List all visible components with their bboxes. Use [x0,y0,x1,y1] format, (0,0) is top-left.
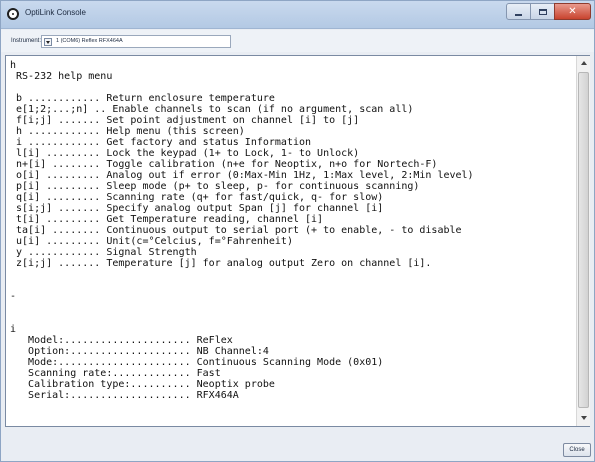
app-icon [7,8,19,20]
console-line: u[i] ......... Unit(c=°Celcius, f=°Fahre… [10,236,293,247]
console-line: o[i] ......... Analog out if error (0:Ma… [10,170,474,181]
console-line: q[i] ......... Scanning rate (q+ for fas… [10,192,384,203]
scroll-up-button[interactable] [577,56,590,70]
maximize-icon [538,8,547,15]
instrument-label: Instrument: [11,38,42,44]
close-icon: ✕ [568,6,577,17]
console-line: b ............ Return enclosure temperat… [10,93,275,104]
console-line: - [10,291,17,302]
console-line: t[i] ......... Get Temperature reading, … [10,214,324,225]
instrument-select[interactable]: 1 (COM6) Reflex RFX464A [41,35,231,48]
console-line: i ............ Get factory and status In… [10,137,312,148]
instrument-bar: Instrument: 1 (COM6) Reflex RFX464A [1,30,594,52]
console-line: s[i;j] ....... Specify analog output Spa… [10,203,384,214]
console-line: RS-232 help menu [10,71,113,82]
console-line: e[1;2;...;n] .. Enable channels to scan … [10,104,414,115]
console-line: y ............ Signal Strength [10,247,197,258]
window-title: OptiLink Console [25,8,86,17]
console-line: p[i] ......... Sleep mode (p+ to sleep, … [10,181,420,192]
console-line: n+[i] ........ Toggle calibration (n+e f… [10,159,438,170]
close-window-button[interactable]: ✕ [554,3,591,20]
scroll-thumb[interactable] [578,72,589,408]
console-line: Calibration type:.......... Neoptix prob… [10,379,275,390]
footer: Close [1,429,594,461]
close-button[interactable]: Close [563,443,591,457]
console-line: Serial:.................... RFX464A [10,390,239,401]
console-line: ta[i] ........ Continuous output to seri… [10,225,462,236]
scroll-up-icon [580,61,587,65]
title-bar[interactable]: OptiLink Console ✕ [1,1,594,29]
console-line: Model:..................... ReFlex [10,335,233,346]
scroll-down-button[interactable] [577,411,590,425]
maximize-button[interactable] [530,3,555,20]
console-line: h [10,60,17,71]
vertical-scrollbar[interactable] [576,56,590,426]
console-text: h RS-232 help menu b ............ Return… [10,60,575,424]
console-output[interactable]: h RS-232 help menu b ............ Return… [5,55,590,427]
scroll-down-icon [580,416,587,420]
minimize-icon [515,13,522,16]
console-line: z[i;j] ....... Temperature [j] for analo… [10,258,432,269]
console-line: Option:.................... NB Channel:4 [10,346,269,357]
console-line: Mode:...................... Continuous S… [10,357,384,368]
chevron-down-icon[interactable] [44,38,52,46]
console-line: Scanning rate:............. Fast [10,368,221,379]
console-line: h ............ Help menu (this screen) [10,126,245,137]
instrument-selected-value: 1 (COM6) Reflex RFX464A [56,38,123,44]
console-line: l[i] ......... Lock the keypad (1+ to Lo… [10,148,360,159]
console-line: i [10,324,17,335]
minimize-button[interactable] [506,3,531,20]
optilink-console-window: OptiLink Console ✕ Instrument: 1 (COM6) … [0,0,595,462]
console-line: f[i;j] ....... Set point adjustment on c… [10,115,360,126]
